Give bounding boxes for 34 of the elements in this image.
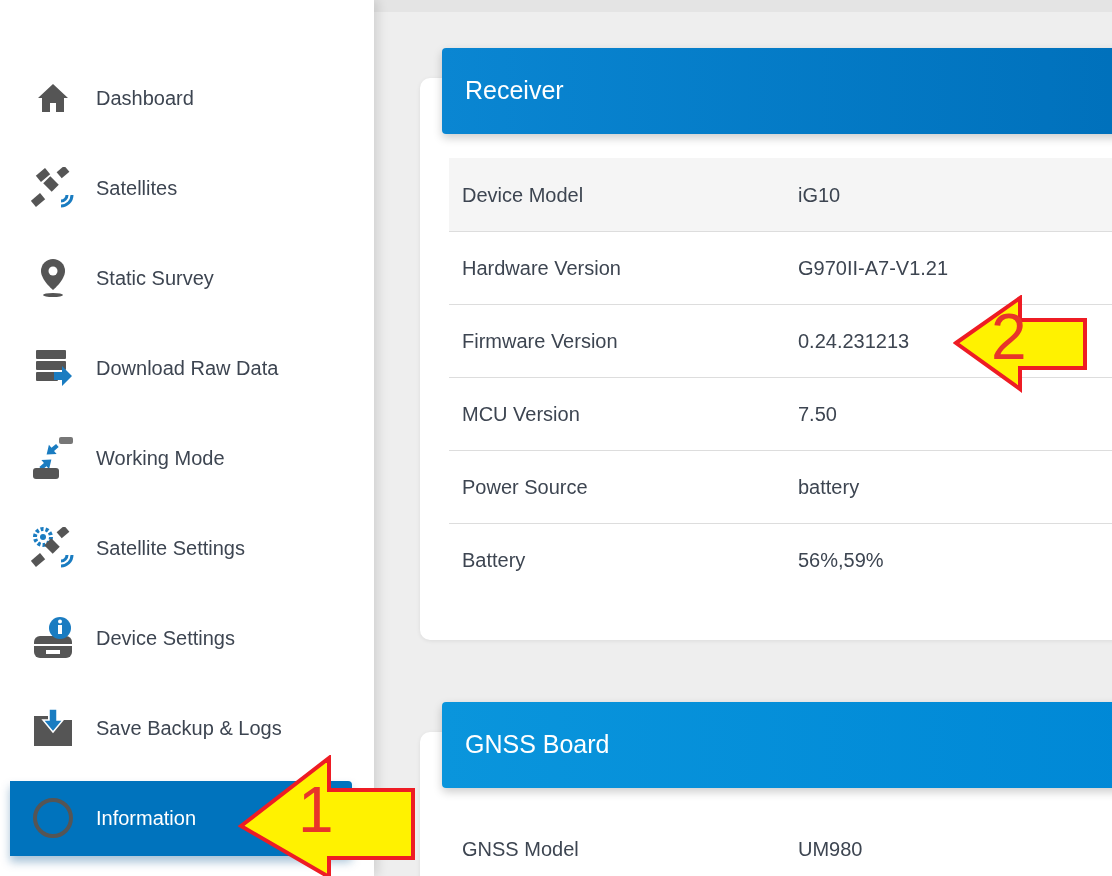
- callout-number: 2: [991, 305, 1027, 369]
- sidebar-item[interactable]: Working Mode: [10, 420, 352, 496]
- sidebar-item[interactable]: Save Backup & Logs: [10, 690, 352, 766]
- sidebar-item[interactable]: Download Raw Data: [10, 330, 352, 406]
- property-value: battery: [798, 475, 860, 500]
- info-circle-icon: [32, 797, 74, 839]
- property-label: Power Source: [462, 475, 589, 500]
- property-value: 56%,59%: [798, 548, 884, 573]
- sidebar-item[interactable]: Device Settings: [10, 600, 352, 676]
- property-label: Device Model: [462, 182, 585, 208]
- receiver-info-icon: [32, 616, 74, 660]
- callout-number: 1: [298, 778, 334, 842]
- receiver-arrows-icon: [31, 436, 75, 480]
- property-value: G970II-A7-V1.21: [798, 256, 949, 281]
- sidebar-item[interactable]: Satellites: [10, 150, 352, 226]
- property-value: 7.50: [798, 402, 837, 427]
- satellite-icon: [31, 167, 75, 209]
- property-label: GNSS Model: [462, 836, 580, 862]
- sidebar-item[interactable]: Static Survey: [10, 240, 352, 316]
- sidebar-item[interactable]: Satellite Settings: [10, 510, 352, 586]
- property-label: Hardware Version: [462, 256, 622, 281]
- property-value: iG10: [798, 182, 841, 208]
- map-pin-icon: [38, 258, 68, 298]
- property-label: MCU Version: [462, 402, 581, 427]
- property-label: Firmware Version: [462, 329, 619, 354]
- folder-download-icon: [32, 708, 74, 748]
- home-icon: [37, 83, 69, 113]
- property-value: UM980: [798, 836, 863, 862]
- property-value: 0.24.231213: [798, 329, 910, 354]
- sidebar-item[interactable]: Dashboard: [10, 60, 352, 136]
- card-header: Receiver: [442, 48, 1112, 134]
- property-label: Battery: [462, 548, 527, 573]
- card-header: GNSS Board: [442, 702, 1112, 788]
- satellite-gear-icon: [31, 527, 75, 569]
